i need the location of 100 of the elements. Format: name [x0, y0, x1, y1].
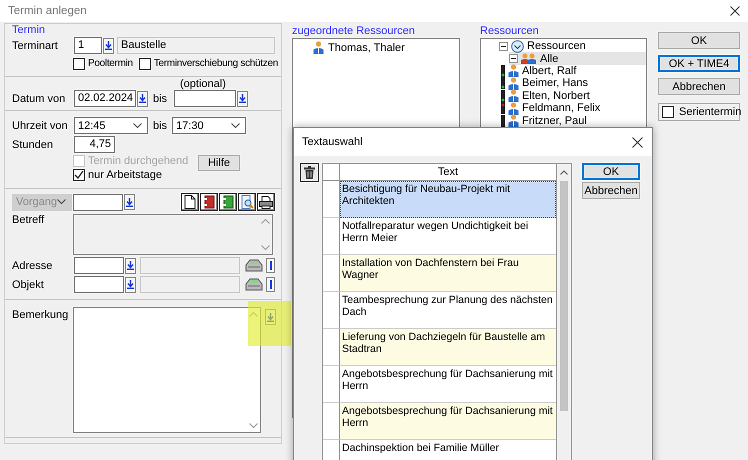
chevron-down-icon — [57, 199, 66, 205]
tree-item[interactable]: Ressourcen — [527, 40, 586, 52]
field-label: Datum von — [12, 92, 66, 104]
preview-button[interactable] — [238, 193, 256, 211]
tree-item[interactable]: Feldmann, Felix — [522, 102, 600, 114]
checkbox[interactable]: nur Arbeitstage — [73, 169, 192, 181]
time-dropdown[interactable]: 17:30 — [172, 117, 246, 134]
arrow-down-icon — [126, 198, 133, 206]
input-field[interactable] — [174, 90, 236, 107]
checkbox[interactable]: Pooltermin — [73, 58, 133, 70]
info-button[interactable] — [266, 277, 275, 292]
binder-icon — [203, 195, 215, 209]
help-button[interactable]: Hilfe — [198, 155, 240, 171]
arrow-down-icon — [127, 280, 134, 289]
delete-button[interactable] — [300, 163, 319, 182]
field-label: Stunden — [12, 138, 54, 150]
field-label: Objekt — [12, 278, 45, 290]
document-button[interactable] — [181, 193, 199, 211]
arrow-down-icon — [139, 94, 146, 103]
row-header[interactable] — [323, 329, 340, 366]
binder-button[interactable] — [200, 193, 218, 211]
checkmark-icon — [74, 170, 84, 180]
field-label: Bemerkung — [12, 309, 70, 321]
row-header[interactable] — [323, 403, 340, 440]
action-button[interactable]: Abbrechen — [658, 78, 740, 95]
row-header[interactable] — [323, 255, 340, 292]
tree-item[interactable]: Albert, Ralf — [522, 64, 576, 77]
person-icon — [508, 64, 519, 78]
scroll-down-icon — [261, 245, 270, 251]
checkbox[interactable]: Terminverschiebung schützen — [138, 58, 278, 70]
input-field[interactable] — [74, 276, 124, 293]
input-field[interactable] — [73, 194, 123, 210]
readonly-field: Baustelle — [117, 37, 275, 54]
action-button[interactable]: OK — [658, 32, 740, 49]
telephone-button[interactable] — [244, 276, 263, 292]
person-icon — [508, 89, 519, 102]
field-label: Betreff — [12, 214, 46, 228]
scroll-up-icon — [560, 170, 568, 175]
text-option[interactable]: Teambesprechung zur Planung des nächsten Dach — [340, 292, 556, 329]
time-dropdown[interactable]: 12:45 — [74, 117, 148, 134]
picker-button[interactable] — [124, 194, 135, 210]
field-label: Uhrzeit von — [12, 120, 69, 132]
column-header[interactable]: Text — [340, 164, 556, 180]
tree-item[interactable]: Elten, Norbert — [522, 90, 590, 102]
input-field[interactable] — [74, 257, 124, 274]
telephone-button[interactable] — [244, 258, 263, 274]
info-button[interactable] — [266, 258, 275, 273]
row-header[interactable] — [323, 366, 340, 403]
row-header[interactable] — [323, 292, 340, 329]
dialog-button[interactable]: Abbrechen — [582, 182, 640, 199]
close-icon — [730, 6, 740, 16]
text-option[interactable]: Angebotsbesprechung für Dachsanierung mit Herrn — [340, 366, 556, 403]
dialog-button[interactable]: OK — [582, 163, 640, 180]
input-field[interactable]: 1 — [74, 37, 102, 54]
group-title: zugeordnete Ressourcen — [292, 25, 416, 37]
field-label: bis — [153, 92, 168, 104]
tree-item[interactable]: Beimer, Hans — [522, 77, 588, 90]
person-icon — [508, 76, 519, 90]
text-option[interactable]: Lieferung von Dachziegeln für Baustelle am Stadtran — [340, 329, 556, 366]
arrow-down-icon — [105, 41, 112, 50]
tree-item[interactable]: Alle — [540, 52, 558, 65]
text-option[interactable]: Installation von Dachfenstern bei Frau Wagner — [340, 255, 556, 292]
picker-button[interactable] — [103, 38, 114, 54]
dialog-title: Textauswahl — [302, 136, 363, 148]
group-title: Termin — [12, 24, 46, 36]
document-icon — [184, 195, 196, 209]
input-field[interactable]: 4,75 — [74, 136, 115, 153]
row-header[interactable] — [323, 218, 340, 255]
resource-name[interactable]: Thomas, Thaler — [328, 42, 405, 54]
close-icon — [632, 136, 643, 148]
action-button[interactable]: OK + TIME4 — [658, 55, 740, 72]
people-icon — [521, 53, 537, 64]
picker-button[interactable] — [125, 258, 136, 274]
trash-icon — [304, 166, 315, 179]
text-option[interactable]: Besichtigung für Neubau-Projekt mit Architekten — [340, 181, 556, 218]
print-button[interactable] — [257, 193, 275, 211]
binder-button[interactable] — [219, 193, 237, 211]
group-title: Ressourcen — [479, 25, 540, 37]
arrow-down-icon — [267, 312, 274, 322]
field-label: Terminart — [12, 40, 59, 52]
telephone-icon — [244, 259, 262, 272]
input-field[interactable]: 02.02.2024 — [74, 90, 136, 107]
telephone-icon — [244, 278, 262, 291]
chevron-down-icon — [231, 122, 240, 128]
tree-item[interactable]: Fritzner, Paul — [522, 114, 587, 127]
scroll-up-icon — [249, 311, 258, 317]
printer-icon — [259, 196, 273, 208]
scroll-up-icon — [261, 218, 270, 224]
scrollbar-thumb[interactable] — [560, 181, 568, 411]
text-option[interactable]: Notfallreparatur wegen Undichtigkeit bei Herrn Meier — [340, 218, 556, 255]
picker-button[interactable] — [137, 90, 148, 106]
process-dropdown: Vorgang — [12, 194, 72, 210]
picker-button[interactable] — [125, 276, 136, 292]
remark-textarea[interactable] — [73, 307, 261, 433]
field-label: Adresse — [12, 260, 54, 272]
picker-button[interactable] — [237, 90, 248, 106]
hint-text: (optional) — [180, 78, 226, 90]
scroll-down-icon — [249, 423, 258, 429]
document-magnifier-icon — [240, 195, 254, 209]
text-option[interactable]: Angebotsbesprechung für Dachsanierung mit Herrn — [340, 403, 556, 440]
